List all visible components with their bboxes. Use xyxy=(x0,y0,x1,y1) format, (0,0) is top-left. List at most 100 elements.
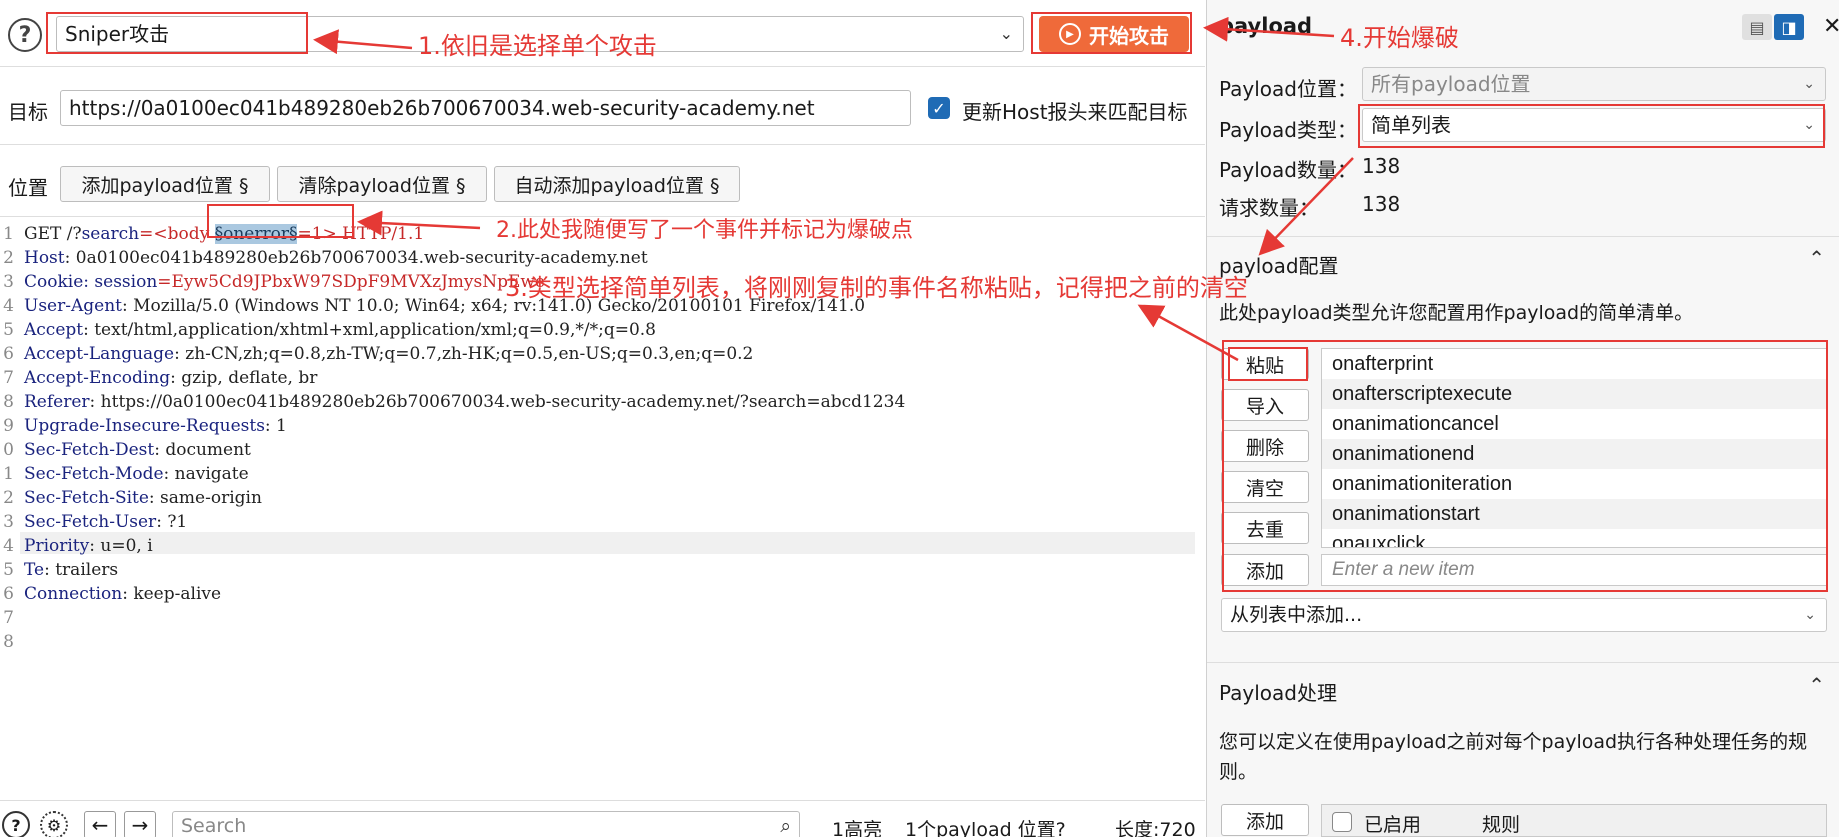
status-bar: ? ⚙ ← → Search ⌕ 1高亮 1个payload 位置? 长度:72… xyxy=(0,800,1205,837)
payload-count-value: 138 xyxy=(1362,154,1401,178)
header-value: : zh-CN,zh;q=0.8,zh-TW;q=0.7,zh-HK;q=0.5… xyxy=(174,344,754,364)
target-url-input[interactable]: https://0a0100ec041b489280eb26b700670034… xyxy=(60,90,911,126)
payload-config-desc: 此处payload类型允许您配置用作payload的简单清单。 xyxy=(1219,302,1694,324)
header-line: Connection: keep-alive xyxy=(24,584,221,604)
search-icon: ⌕ xyxy=(780,815,791,837)
current-line-highlight xyxy=(20,532,1195,554)
line-number: 2 xyxy=(3,488,14,508)
payload-position-select[interactable]: 所有payload位置 ⌄ xyxy=(1362,67,1826,101)
header-value: : gzip, deflate, br xyxy=(170,368,318,388)
close-icon[interactable]: ✕ xyxy=(1823,14,1839,39)
line-number: 8 xyxy=(3,632,14,652)
layout-horizontal-icon[interactable]: ▤ xyxy=(1742,14,1772,40)
positions-label: 位置 xyxy=(8,176,48,200)
highlight-count: 1高亮 xyxy=(832,819,883,837)
line-number: 3 xyxy=(3,512,14,532)
line-number: 5 xyxy=(3,560,14,580)
line-number: 8 xyxy=(3,392,14,412)
add-rule-button[interactable]: 添加 xyxy=(1221,804,1309,836)
header-key: Accept xyxy=(24,320,84,340)
request-param-value: =<body xyxy=(139,224,215,244)
divider xyxy=(0,144,1205,145)
header-key: Upgrade-Insecure-Requests xyxy=(24,416,265,436)
payload-position-label: Payload位置： xyxy=(1219,77,1357,101)
annotation-box-payload-list xyxy=(1222,340,1828,592)
annotation-box-marker xyxy=(207,204,354,238)
header-key: Priority xyxy=(24,536,90,556)
request-editor[interactable]: 123456789012345678 GET /?search=<body §o… xyxy=(0,220,1205,800)
target-url-value: https://0a0100ec041b489280eb26b700670034… xyxy=(69,96,815,120)
auto-add-payload-position-button[interactable]: 自动添加payload位置 § xyxy=(494,166,740,202)
line-number: 1 xyxy=(3,224,14,244)
processing-rules-table[interactable]: 已启用 规则 xyxy=(1321,804,1827,837)
divider xyxy=(1207,236,1839,237)
enabled-checkbox[interactable] xyxy=(1332,812,1352,832)
search-input[interactable]: Search ⌕ xyxy=(172,811,800,837)
payload-position-value: 所有payload位置 xyxy=(1371,72,1531,96)
header-key: User-Agent xyxy=(24,296,122,316)
annotation-4: 4.开始爆破 xyxy=(1340,24,1459,52)
chevron-up-icon[interactable]: ⌃ xyxy=(1808,673,1825,697)
header-value: : trailers xyxy=(44,560,119,580)
chevron-down-icon: ⌄ xyxy=(1803,76,1815,92)
line-number: 0 xyxy=(3,440,14,460)
update-host-checkbox[interactable]: ✓ xyxy=(928,97,950,119)
annotation-box-attack-type xyxy=(46,12,308,54)
header-value: : https://0a0100ec041b489280eb26b7006700… xyxy=(89,392,906,412)
request-method-path: GET /? xyxy=(24,224,82,244)
annotation-2: 2.此处我随便写了一个事件并标记为爆破点 xyxy=(496,218,913,243)
request-length: 长度:720 xyxy=(1115,819,1196,837)
add-payload-position-button[interactable]: 添加payload位置 § xyxy=(60,166,270,202)
header-key: Connection xyxy=(24,584,123,604)
header-value: : navigate xyxy=(163,464,249,484)
chevron-down-icon: ⌄ xyxy=(1804,607,1816,623)
header-line: Referer: https://0a0100ec041b489280eb26b… xyxy=(24,392,905,412)
clear-payload-position-button[interactable]: 清除payload位置 § xyxy=(277,166,487,202)
header-value: : 0a0100ec041b489280eb26b700670034.web-s… xyxy=(64,248,648,268)
add-from-list-select[interactable]: 从列表中添加... ⌄ xyxy=(1221,598,1827,632)
header-key: Accept-Language xyxy=(24,344,175,364)
arrow-left-icon[interactable]: ← xyxy=(84,811,116,837)
header-line: Accept-Language: zh-CN,zh;q=0.8,zh-TW;q=… xyxy=(24,344,753,364)
line-number: 2 xyxy=(3,248,14,268)
panel-title: payload xyxy=(1219,14,1313,38)
cookie-header: Cookie: session=Eyw5Cd9JPbxW97SDpF9MVXzJ… xyxy=(24,272,545,292)
help-icon[interactable]: ? xyxy=(2,811,30,837)
line-number: 5 xyxy=(3,320,14,340)
gear-icon[interactable]: ⚙ xyxy=(40,811,68,837)
header-line: Sec-Fetch-Mode: navigate xyxy=(24,464,249,484)
line-number: 9 xyxy=(3,416,14,436)
header-value: : text/html,application/xhtml+xml,applic… xyxy=(83,320,656,340)
request-count-label: 请求数量： xyxy=(1219,196,1319,220)
chevron-down-icon: ⌄ xyxy=(999,24,1013,43)
help-icon[interactable]: ? xyxy=(8,18,42,52)
header-line: Priority: u=0, i xyxy=(24,536,153,556)
payload-processing-desc: 您可以定义在使用payload之前对每个payload执行各种处理任务的规则。 xyxy=(1219,731,1808,783)
header-key: Te xyxy=(24,560,45,580)
header-value: : 1 xyxy=(264,416,287,436)
header-line: Sec-Fetch-User: ?1 xyxy=(24,512,187,532)
arrow-right-icon[interactable]: → xyxy=(124,811,156,837)
annotation-box-start xyxy=(1031,12,1192,54)
header-key: Host xyxy=(24,248,65,268)
header-value: : u=0, i xyxy=(89,536,153,556)
header-line: Upgrade-Insecure-Requests: 1 xyxy=(24,416,287,436)
line-number: 3 xyxy=(3,272,14,292)
header-key: Sec-Fetch-Site xyxy=(24,488,149,508)
col-rule-header: 规则 xyxy=(1482,814,1521,836)
header-value: : ?1 xyxy=(156,512,188,532)
annotation-box-payload-type xyxy=(1358,104,1825,148)
header-value: : same-origin xyxy=(148,488,262,508)
payload-type-label: Payload类型： xyxy=(1219,118,1357,142)
chevron-up-icon[interactable]: ⌃ xyxy=(1808,246,1825,270)
add-from-list-value: 从列表中添加... xyxy=(1230,604,1363,626)
attack-pane: ? Sniper攻击 ⌄ ▶ 开始攻击 目标 https://0a0100ec0… xyxy=(0,0,1205,837)
host-header: Host: 0a0100ec041b489280eb26b700670034.w… xyxy=(24,248,648,268)
line-number: 1 xyxy=(3,464,14,484)
line-number: 4 xyxy=(3,536,14,556)
layout-vertical-icon[interactable]: ◨ xyxy=(1774,14,1804,40)
annotation-1: 1.依旧是选择单个攻击 xyxy=(418,32,657,60)
header-key: Accept-Encoding xyxy=(24,368,171,388)
request-param: search xyxy=(81,224,140,244)
header-line: Sec-Fetch-Dest: document xyxy=(24,440,251,460)
